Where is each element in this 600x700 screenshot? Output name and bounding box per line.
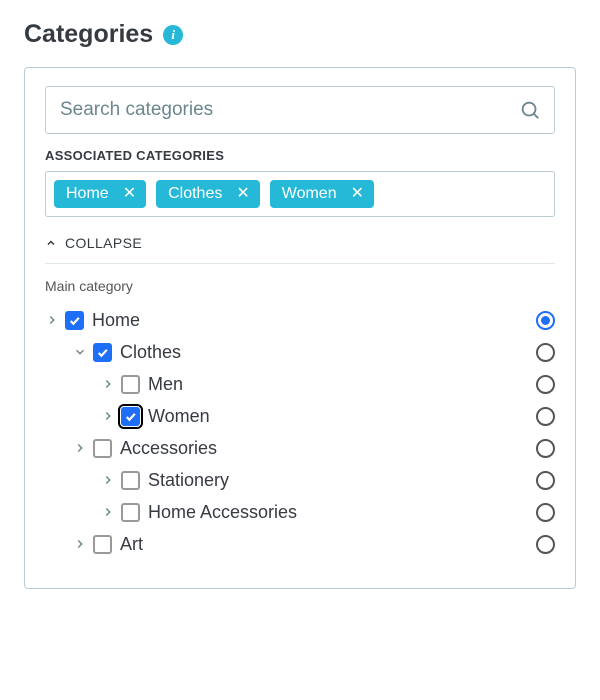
search-input[interactable] (45, 86, 555, 134)
tree-row: Home Accessories (45, 496, 555, 528)
tree-row-left: Women (45, 406, 210, 427)
tag-remove-icon[interactable]: ✕ (236, 186, 249, 202)
category-checkbox[interactable] (121, 407, 140, 426)
category-checkbox[interactable] (93, 343, 112, 362)
tree-row-left: Stationery (45, 470, 229, 491)
main-category-radio[interactable] (536, 407, 555, 426)
category-label: Men (146, 374, 183, 395)
chevron-right-icon[interactable] (45, 313, 59, 327)
category-tree: Home Clothes Men Women Accessories Stationery… (45, 304, 555, 560)
chevron-right-icon[interactable] (101, 473, 115, 487)
category-label: Home (90, 310, 140, 331)
tag-label: Home (66, 185, 109, 203)
chevron-down-icon[interactable] (73, 345, 87, 359)
category-label: Clothes (118, 342, 181, 363)
collapse-toggle[interactable]: COLLAPSE (45, 229, 555, 264)
tree-row-left: Home Accessories (45, 502, 297, 523)
search-icon (519, 99, 541, 121)
main-category-radio[interactable] (536, 471, 555, 490)
category-label: Accessories (118, 438, 217, 459)
category-label: Home Accessories (146, 502, 297, 523)
category-label: Women (146, 406, 210, 427)
category-label: Art (118, 534, 143, 555)
associated-categories-label: ASSOCIATED CATEGORIES (45, 148, 555, 163)
main-category-radio[interactable] (536, 311, 555, 330)
main-category-radio[interactable] (536, 343, 555, 362)
tree-row: Men (45, 368, 555, 400)
tree-row-left: Men (45, 374, 183, 395)
chevron-up-icon (45, 237, 57, 249)
main-category-radio[interactable] (536, 439, 555, 458)
search-wrap (45, 86, 555, 134)
tree-row: Accessories (45, 432, 555, 464)
tree-row-left: Home (45, 310, 140, 331)
tree-row: Art (45, 528, 555, 560)
tag-label: Women (282, 185, 337, 203)
tree-row-left: Clothes (45, 342, 181, 363)
tag: Women ✕ (270, 180, 374, 208)
category-checkbox[interactable] (121, 375, 140, 394)
category-checkbox[interactable] (93, 535, 112, 554)
main-category-label: Main category (45, 278, 555, 294)
category-label: Stationery (146, 470, 229, 491)
info-icon[interactable]: i (163, 25, 183, 45)
category-checkbox[interactable] (93, 439, 112, 458)
tree-row-left: Art (45, 534, 143, 555)
main-category-radio[interactable] (536, 503, 555, 522)
categories-panel: ASSOCIATED CATEGORIES Home✕Clothes✕Women… (24, 67, 576, 589)
main-category-radio[interactable] (536, 535, 555, 554)
tag-remove-icon[interactable]: ✕ (351, 186, 364, 202)
tag: Home ✕ (54, 180, 146, 208)
chevron-right-icon[interactable] (101, 505, 115, 519)
tree-row: Women (45, 400, 555, 432)
chevron-right-icon[interactable] (101, 377, 115, 391)
category-checkbox[interactable] (65, 311, 84, 330)
tree-row-left: Accessories (45, 438, 217, 459)
tag: Clothes ✕ (156, 180, 260, 208)
tree-row: Home (45, 304, 555, 336)
chevron-right-icon[interactable] (73, 537, 87, 551)
collapse-label: COLLAPSE (65, 235, 142, 251)
associated-tags-box: Home ✕ Clothes ✕ Women ✕ (45, 171, 555, 217)
tag-remove-icon[interactable]: ✕ (123, 186, 136, 202)
main-category-radio[interactable] (536, 375, 555, 394)
category-checkbox[interactable] (121, 503, 140, 522)
tree-row: Stationery (45, 464, 555, 496)
tag-label: Clothes (168, 185, 222, 203)
chevron-right-icon[interactable] (101, 409, 115, 423)
tree-row: Clothes (45, 336, 555, 368)
category-checkbox[interactable] (121, 471, 140, 490)
chevron-right-icon[interactable] (73, 441, 87, 455)
radio-dot (541, 316, 550, 325)
page-title: Categories (24, 20, 153, 49)
